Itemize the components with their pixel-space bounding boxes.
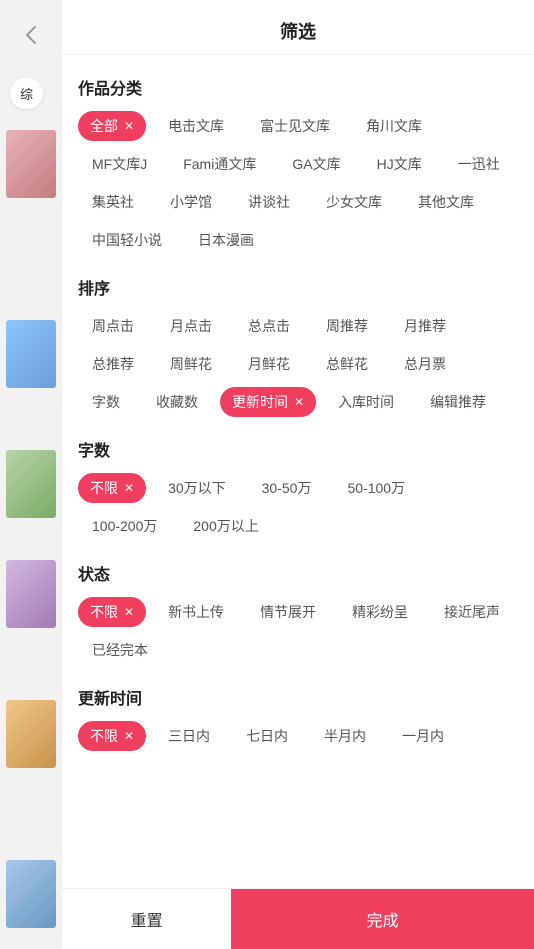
section-update-time-title: 更新时间 [78,685,518,709]
tag-hj文库[interactable]: HJ文库 [363,149,436,179]
tag-少女文库[interactable]: 少女文库 [312,187,396,217]
tag-小学馆[interactable]: 小学馆 [156,187,226,217]
tag-100-200万[interactable]: 100-200万 [78,511,171,541]
tag-三日内[interactable]: 三日内 [154,721,224,751]
tag-200万以上[interactable]: 200万以上 [179,511,272,541]
close-icon: ✕ [294,395,304,409]
tab-综[interactable]: 综 [10,78,43,109]
tag-总鲜花[interactable]: 总鲜花 [312,349,382,379]
tag-月鲜花[interactable]: 月鲜花 [234,349,304,379]
tag-周鲜花[interactable]: 周鲜花 [156,349,226,379]
tag-更新时间[interactable]: 更新时间 ✕ [220,387,316,417]
section-category: 作品分类 全部 ✕ 电击文库 富士见文库 角川文库 MF文库J Fami通文库 … [78,75,518,255]
tag-50-100万[interactable]: 50-100万 [333,473,419,503]
tag-编辑推荐[interactable]: 编辑推荐 [416,387,500,417]
sort-tags: 周点击 月点击 总点击 周推荐 月推荐 总推荐 周鲜花 月鲜花 总鲜花 总月票 … [78,311,518,417]
tag-ga文库[interactable]: GA文库 [278,149,354,179]
book-cover-5 [6,700,56,768]
page-title: 筛选 [280,22,316,42]
tag-不限-time[interactable]: 不限 ✕ [78,721,146,751]
tag-30-50万[interactable]: 30-50万 [248,473,326,503]
tag-富士见文库[interactable]: 富士见文库 [246,111,344,141]
close-icon: ✕ [124,119,134,133]
tag-接近尾声[interactable]: 接近尾声 [430,597,514,627]
tag-不限-status[interactable]: 不限 ✕ [78,597,146,627]
tag-总点击[interactable]: 总点击 [234,311,304,341]
tag-精彩纷呈[interactable]: 精彩纷呈 [338,597,422,627]
tag-fami通文库[interactable]: Fami通文库 [169,149,270,179]
word-count-tags: 不限 ✕ 30万以下 30-50万 50-100万 100-200万 200万以… [78,473,518,541]
tag-情节展开[interactable]: 情节展开 [246,597,330,627]
close-icon: ✕ [124,605,134,619]
book-cover-3 [6,450,56,518]
tag-周点击[interactable]: 周点击 [78,311,148,341]
book-cover-6 [6,860,56,928]
confirm-button[interactable]: 完成 [231,889,534,949]
tag-一迅社[interactable]: 一迅社 [444,149,514,179]
close-icon: ✕ [124,729,134,743]
tag-收藏数[interactable]: 收藏数 [142,387,212,417]
tag-电击文库[interactable]: 电击文库 [154,111,238,141]
tag-入库时间[interactable]: 入库时间 [324,387,408,417]
tag-集英社[interactable]: 集英社 [78,187,148,217]
tag-mf文库j[interactable]: MF文库J [78,149,161,179]
tag-日本漫画[interactable]: 日本漫画 [184,225,268,255]
tag-周推荐[interactable]: 周推荐 [312,311,382,341]
close-icon: ✕ [124,481,134,495]
tag-全部[interactable]: 全部 ✕ [78,111,146,141]
tag-其他文库[interactable]: 其他文库 [404,187,488,217]
tag-讲谈社[interactable]: 讲谈社 [234,187,304,217]
left-panel: 综 [0,0,62,949]
tag-30万以下[interactable]: 30万以下 [154,473,240,503]
tag-角川文库[interactable]: 角川文库 [352,111,436,141]
tag-月点击[interactable]: 月点击 [156,311,226,341]
tag-总月票[interactable]: 总月票 [390,349,460,379]
header: 筛选 [62,0,534,55]
tag-七日内[interactable]: 七日内 [232,721,302,751]
update-time-tags: 不限 ✕ 三日内 七日内 半月内 一月内 [78,721,518,751]
tag-新书上传[interactable]: 新书上传 [154,597,238,627]
tag-总推荐[interactable]: 总推荐 [78,349,148,379]
book-cover-4 [6,560,56,628]
tag-中国轻小说[interactable]: 中国轻小说 [78,225,176,255]
tag-不限-word[interactable]: 不限 ✕ [78,473,146,503]
section-status-title: 状态 [78,561,518,585]
section-category-title: 作品分类 [78,75,518,99]
section-word-count: 字数 不限 ✕ 30万以下 30-50万 50-100万 100-200万 20… [78,437,518,541]
section-sort-title: 排序 [78,275,518,299]
reset-button[interactable]: 重置 [62,889,231,949]
status-tags: 不限 ✕ 新书上传 情节展开 精彩纷呈 接近尾声 已经完本 [78,597,518,665]
right-panel: 筛选 作品分类 全部 ✕ 电击文库 富士见文库 角川文库 MF文库J Fami通… [62,0,534,949]
tag-半月内[interactable]: 半月内 [310,721,380,751]
section-update-time: 更新时间 不限 ✕ 三日内 七日内 半月内 一月内 [78,685,518,751]
footer: 重置 完成 [62,888,534,949]
tag-一月内[interactable]: 一月内 [388,721,458,751]
tag-月推荐[interactable]: 月推荐 [390,311,460,341]
back-button[interactable] [16,20,46,50]
book-cover-1 [6,130,56,198]
tag-已经完本[interactable]: 已经完本 [78,635,162,665]
screen: 综 筛选 作品分类 全部 ✕ 电击文库 富士见文库 [0,0,534,949]
book-cover-2 [6,320,56,388]
section-status: 状态 不限 ✕ 新书上传 情节展开 精彩纷呈 接近尾声 已经完本 [78,561,518,665]
section-word-count-title: 字数 [78,437,518,461]
tag-字数[interactable]: 字数 [78,387,134,417]
section-sort: 排序 周点击 月点击 总点击 周推荐 月推荐 总推荐 周鲜花 月鲜花 总鲜花 总… [78,275,518,417]
category-tags: 全部 ✕ 电击文库 富士见文库 角川文库 MF文库J Fami通文库 GA文库 … [78,111,518,255]
content-area: 作品分类 全部 ✕ 电击文库 富士见文库 角川文库 MF文库J Fami通文库 … [62,55,534,888]
